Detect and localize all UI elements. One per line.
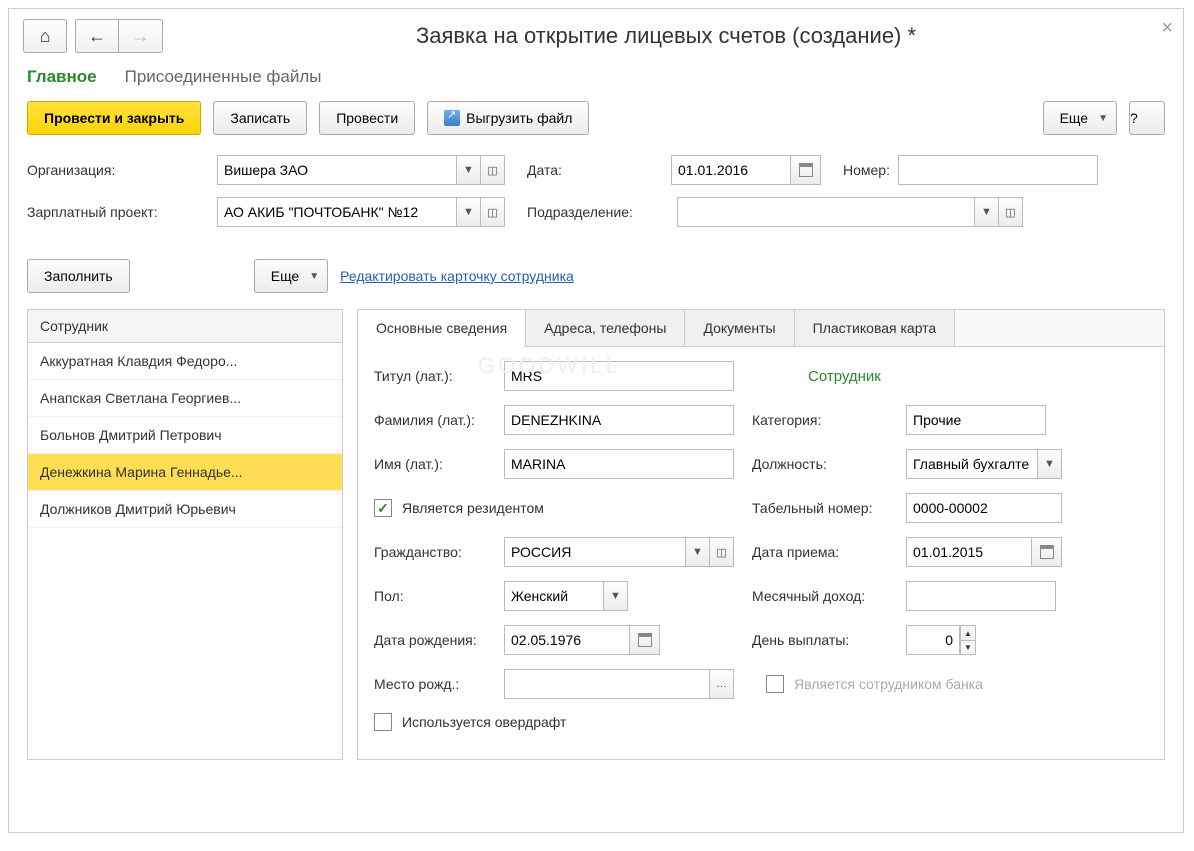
- close-icon[interactable]: ×: [1161, 17, 1173, 40]
- dept-label: Подразделение:: [527, 204, 677, 220]
- more-button-2[interactable]: Еще▼: [254, 259, 328, 293]
- name-input[interactable]: [504, 449, 734, 479]
- project-dropdown[interactable]: ▼: [457, 197, 481, 227]
- bank-employee-label: Является сотрудником банка: [794, 676, 983, 692]
- date-picker[interactable]: [791, 155, 821, 185]
- project-input[interactable]: [217, 197, 457, 227]
- export-label: Выгрузить файл: [466, 110, 572, 126]
- back-button[interactable]: ←: [75, 19, 119, 53]
- resident-label: Является резидентом: [402, 500, 734, 516]
- calendar-icon: [1040, 545, 1054, 559]
- citizen-label: Гражданство:: [374, 544, 504, 560]
- category-input[interactable]: [906, 405, 1046, 435]
- org-dropdown[interactable]: ▼: [457, 155, 481, 185]
- more-button[interactable]: Еще▼: [1043, 101, 1117, 135]
- export-file-button[interactable]: Выгрузить файл: [427, 101, 589, 135]
- tabnum-label: Табельный номер:: [752, 500, 906, 516]
- bank-employee-checkbox[interactable]: [766, 675, 784, 693]
- birthplace-input[interactable]: [504, 669, 710, 699]
- position-input[interactable]: [906, 449, 1038, 479]
- tab-basic-info[interactable]: Основные сведения: [358, 310, 526, 347]
- position-label: Должность:: [752, 456, 906, 472]
- org-input[interactable]: [217, 155, 457, 185]
- tab-documents[interactable]: Документы: [685, 310, 794, 346]
- save-button[interactable]: Записать: [213, 101, 307, 135]
- project-label: Зарплатный проект:: [27, 204, 217, 220]
- employee-section-head: Сотрудник: [808, 368, 881, 385]
- employee-item[interactable]: Анапская Светлана Георгиев...: [28, 380, 342, 417]
- dept-open[interactable]: ◫: [999, 197, 1023, 227]
- hiredate-input[interactable]: [906, 537, 1032, 567]
- export-icon: [444, 110, 460, 126]
- citizen-dropdown[interactable]: ▼: [686, 537, 710, 567]
- sex-label: Пол:: [374, 588, 504, 604]
- employee-item[interactable]: Аккуратная Клавдия Федоро...: [28, 343, 342, 380]
- fill-button[interactable]: Заполнить: [27, 259, 130, 293]
- title-input[interactable]: [504, 361, 734, 391]
- detail-pane: Основные сведения Адреса, телефоны Докум…: [357, 309, 1165, 760]
- payday-down[interactable]: ▼: [960, 640, 976, 655]
- overdraft-checkbox[interactable]: [374, 713, 392, 731]
- birth-picker[interactable]: [630, 625, 660, 655]
- surname-label: Фамилия (лат.):: [374, 412, 504, 428]
- chevron-down-icon: ▼: [309, 271, 319, 282]
- category-label: Категория:: [752, 412, 906, 428]
- org-label: Организация:: [27, 162, 217, 178]
- hiredate-picker[interactable]: [1032, 537, 1062, 567]
- income-input[interactable]: [906, 581, 1056, 611]
- resident-checkbox[interactable]: [374, 499, 392, 517]
- dept-input[interactable]: [677, 197, 975, 227]
- post-and-close-button[interactable]: Провести и закрыть: [27, 101, 201, 135]
- number-input[interactable]: [898, 155, 1098, 185]
- project-open[interactable]: ◫: [481, 197, 505, 227]
- sex-dropdown[interactable]: ▼: [604, 581, 628, 611]
- dept-dropdown[interactable]: ▼: [975, 197, 999, 227]
- position-dropdown[interactable]: ▼: [1038, 449, 1062, 479]
- overdraft-label: Используется овердрафт: [402, 714, 566, 730]
- tab-main[interactable]: Главное: [27, 67, 97, 87]
- calendar-icon: [799, 163, 813, 177]
- income-label: Месячный доход:: [752, 588, 906, 604]
- number-label: Номер:: [843, 162, 890, 178]
- name-label: Имя (лат.):: [374, 456, 504, 472]
- surname-input[interactable]: [504, 405, 734, 435]
- edit-card-link[interactable]: Редактировать карточку сотрудника: [340, 268, 574, 284]
- tab-files[interactable]: Присоединенные файлы: [125, 67, 322, 87]
- birth-input[interactable]: [504, 625, 630, 655]
- calendar-icon: [638, 633, 652, 647]
- citizen-open[interactable]: ◫: [710, 537, 734, 567]
- tabnum-input[interactable]: [906, 493, 1062, 523]
- home-button[interactable]: ⌂: [23, 19, 67, 53]
- sex-input[interactable]: [504, 581, 604, 611]
- home-icon: ⌂: [40, 26, 51, 47]
- org-open[interactable]: ◫: [481, 155, 505, 185]
- title-label: Титул (лат.):: [374, 368, 504, 384]
- help-button[interactable]: ?: [1129, 101, 1165, 135]
- hiredate-label: Дата приема:: [752, 544, 906, 560]
- employee-item[interactable]: Больнов Дмитрий Петрович: [28, 417, 342, 454]
- citizen-input[interactable]: [504, 537, 686, 567]
- birthplace-open[interactable]: …: [710, 669, 734, 699]
- payday-label: День выплаты:: [752, 632, 906, 648]
- tab-addresses[interactable]: Адреса, телефоны: [526, 310, 685, 346]
- payday-input[interactable]: [906, 625, 960, 655]
- employee-list-header[interactable]: Сотрудник: [28, 310, 342, 343]
- payday-up[interactable]: ▲: [960, 625, 976, 640]
- employee-list: Сотрудник Аккуратная Клавдия Федоро...Ан…: [27, 309, 343, 760]
- date-label: Дата:: [527, 162, 587, 178]
- birthplace-label: Место рожд.:: [374, 676, 504, 692]
- employee-item[interactable]: Денежкина Марина Геннадье...: [28, 454, 342, 491]
- forward-button[interactable]: →: [119, 19, 163, 53]
- arrow-right-icon: →: [132, 26, 150, 47]
- chevron-down-icon: ▼: [1098, 113, 1108, 124]
- date-input[interactable]: [671, 155, 791, 185]
- arrow-left-icon: ←: [88, 26, 106, 47]
- employee-item[interactable]: Должников Дмитрий Юрьевич: [28, 491, 342, 528]
- birth-label: Дата рождения:: [374, 632, 504, 648]
- post-button[interactable]: Провести: [319, 101, 415, 135]
- window-title: Заявка на открытие лицевых счетов (созда…: [163, 23, 1169, 49]
- tab-plastic-card[interactable]: Пластиковая карта: [795, 310, 956, 346]
